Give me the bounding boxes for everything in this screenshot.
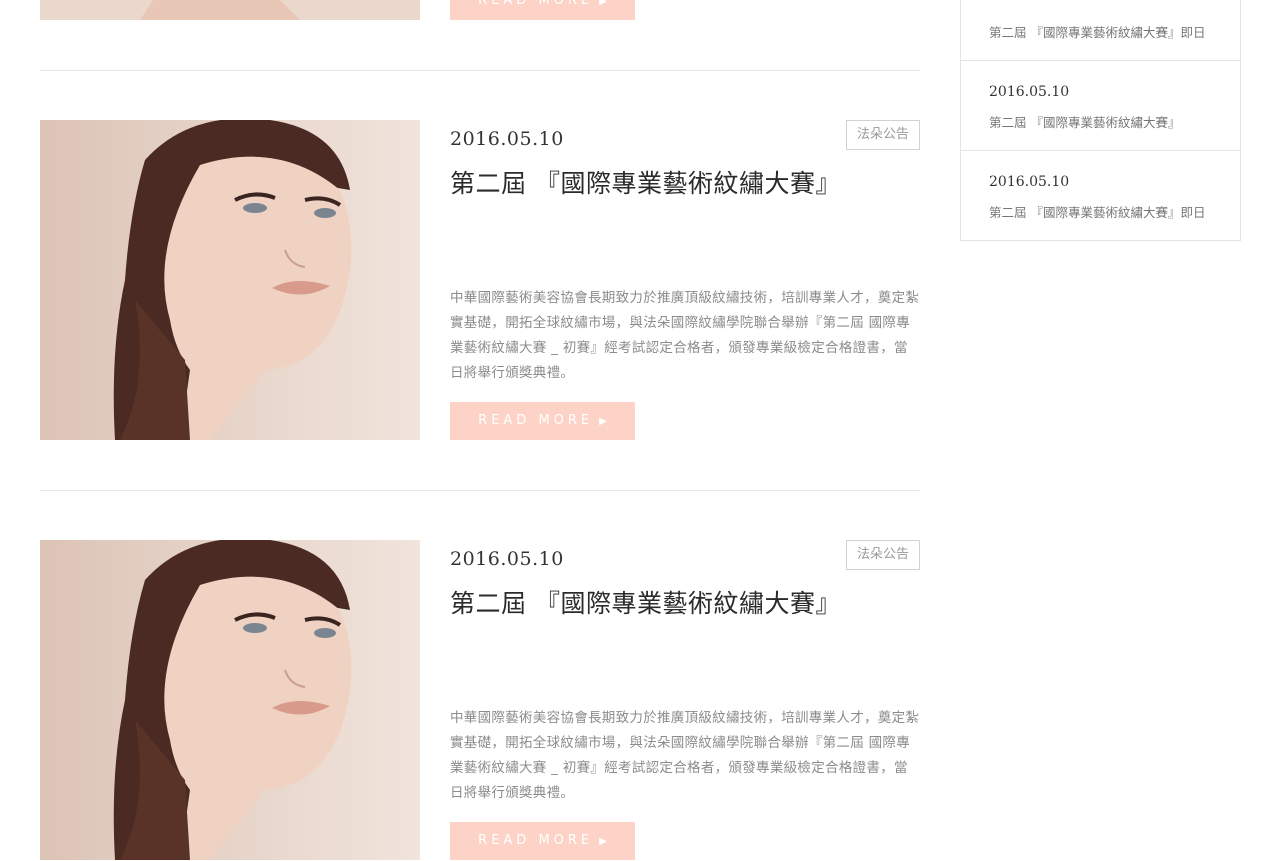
post-divider (40, 490, 920, 491)
read-more-button[interactable]: READ MORE ▶ (450, 402, 635, 440)
read-more-button[interactable]: READ MORE ▶ (450, 822, 635, 860)
post-photo[interactable] (40, 120, 420, 440)
post-date: 2016.05.10 (450, 128, 564, 150)
sidebar-news-item[interactable]: 2016.05.10 第二屆 『國際專業藝術紋繡大賽』即日 (961, 151, 1240, 240)
play-arrow-icon: ▶ (599, 836, 607, 847)
portrait-image (40, 120, 420, 440)
post-content: 2016.05.10 第二屆 『國際專業藝術紋繡大賽』 法朵公告 中華國際藝術美… (450, 540, 920, 860)
read-more-button[interactable]: READ MORE ▶ (450, 0, 635, 20)
read-more-label: READ MORE (478, 413, 594, 428)
post-card-partial: READ MORE ▶ (40, 0, 920, 20)
post-title[interactable]: 第二屆 『國際專業藝術紋繡大賽』 (450, 584, 841, 620)
post-card: 2016.05.10 第二屆 『國際專業藝術紋繡大賽』 法朵公告 中華國際藝術美… (40, 120, 920, 440)
sidebar-news-date: 2016.05.10 (989, 84, 1070, 100)
read-more-label: READ MORE (478, 0, 594, 8)
recent-news-sidebar: 第二屆 『國際專業藝術紋繡大賽』即日 2016.05.10 第二屆 『國際專業藝… (960, 0, 1241, 241)
post-divider (40, 70, 920, 71)
portrait-image (40, 540, 420, 860)
post-card: 2016.05.10 第二屆 『國際專業藝術紋繡大賽』 法朵公告 中華國際藝術美… (40, 540, 920, 860)
category-tag[interactable]: 法朵公告 (845, 120, 920, 150)
post-title[interactable]: 第二屆 『國際專業藝術紋繡大賽』 (450, 164, 841, 200)
post-date: 2016.05.10 (450, 548, 564, 570)
sidebar-news-item[interactable]: 第二屆 『國際專業藝術紋繡大賽』即日 (961, 0, 1240, 61)
sidebar-news-title[interactable]: 第二屆 『國際專業藝術紋繡大賽』即日 (989, 22, 1205, 41)
play-arrow-icon: ▶ (599, 0, 607, 7)
post-excerpt: 中華國際藝術美容協會長期致力於推廣頂級紋繡技術，培訓專業人才，奠定紮實基礎，開拓… (450, 710, 920, 801)
post-photo[interactable] (40, 0, 420, 20)
sidebar-news-title[interactable]: 第二屆 『國際專業藝術紋繡大賽』 (989, 112, 1180, 131)
play-arrow-icon: ▶ (599, 416, 607, 427)
post-content: READ MORE ▶ (450, 0, 920, 20)
sidebar-news-title[interactable]: 第二屆 『國際專業藝術紋繡大賽』即日 (989, 202, 1205, 221)
post-photo[interactable] (40, 540, 420, 860)
portrait-image (40, 0, 420, 20)
sidebar-news-date: 2016.05.10 (989, 174, 1070, 190)
sidebar-news-item[interactable]: 2016.05.10 第二屆 『國際專業藝術紋繡大賽』 (961, 61, 1240, 151)
read-more-label: READ MORE (478, 833, 594, 848)
post-content: 2016.05.10 第二屆 『國際專業藝術紋繡大賽』 法朵公告 中華國際藝術美… (450, 120, 920, 440)
category-tag[interactable]: 法朵公告 (845, 540, 920, 570)
post-excerpt: 中華國際藝術美容協會長期致力於推廣頂級紋繡技術，培訓專業人才，奠定紮實基礎，開拓… (450, 290, 920, 381)
